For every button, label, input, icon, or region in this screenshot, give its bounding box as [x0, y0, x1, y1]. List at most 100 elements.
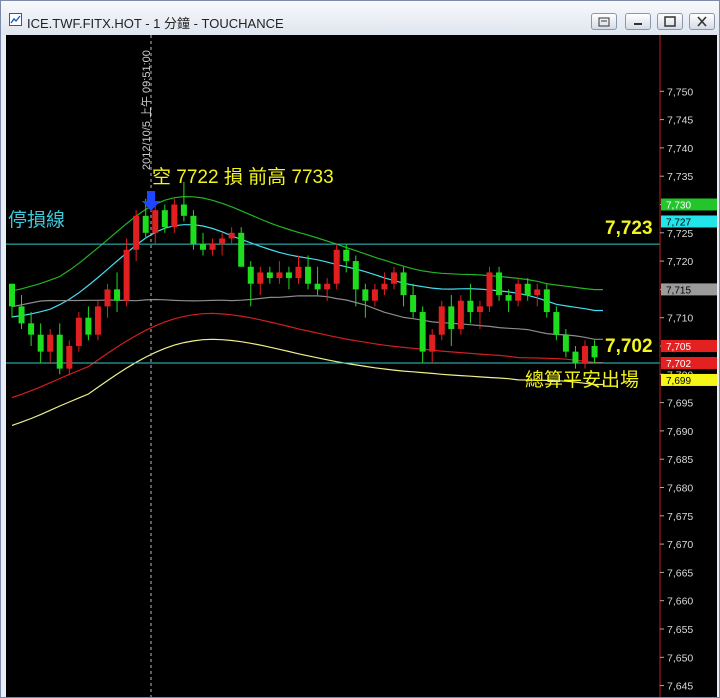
lower-band-yellow-line: [11, 338, 603, 426]
chart-area[interactable]: 7,750 7,745 7,740 7,735 7,730 7,725 7,720 7,715…: [6, 35, 717, 697]
price-tick-label: 7,650: [667, 652, 693, 664]
price-tick-label: 7,740: [667, 143, 693, 155]
close-icon: [697, 16, 707, 27]
candle-body: [18, 306, 25, 324]
candle-body: [524, 283, 531, 296]
exit-level-label: 7,702: [605, 336, 653, 357]
price-tick-label: 7,745: [667, 115, 693, 127]
candle-body: [476, 306, 483, 313]
candle-body: [266, 272, 273, 279]
candle-body: [572, 351, 579, 363]
restore-chart-button[interactable]: [591, 13, 617, 30]
candle-body: [314, 283, 321, 290]
candle-body: [448, 306, 455, 330]
price-tick-label: 7,685: [667, 454, 693, 466]
candle-body: [295, 266, 302, 279]
price-tick-label: 7,645: [667, 681, 693, 693]
candle-body: [333, 249, 340, 284]
price-tick-label: 7,735: [667, 171, 693, 183]
price-tick-label: 7,690: [667, 426, 693, 438]
candle-body: [352, 261, 359, 290]
minimize-icon: [634, 23, 642, 25]
candle-body: [457, 300, 464, 330]
candle-body: [133, 215, 140, 250]
candle-body: [228, 232, 235, 239]
candle-body: [47, 334, 54, 352]
price-chart: 7,750 7,745 7,740 7,735 7,730 7,725 7,720 7,715…: [6, 35, 717, 697]
candle-body: [123, 249, 130, 301]
candle-body: [419, 312, 426, 352]
price-tick-label: 7,680: [667, 483, 693, 495]
candle-body: [56, 334, 63, 369]
edit-window-icon: [598, 17, 610, 27]
price-tick-label: 7,675: [667, 511, 693, 523]
price-tick-label: 7,720: [667, 256, 693, 268]
stop-line-label: 停損線: [8, 209, 65, 231]
price-tag-label: 7,730: [666, 201, 691, 212]
candle-body: [180, 204, 187, 216]
title-bar[interactable]: ICE.TWF.FITX.HOT - 1 分鐘 - TOUCHANCE: [1, 1, 719, 35]
entry-annotation: 空 7722 損 前高 7733: [152, 166, 334, 188]
app-icon: [9, 13, 22, 26]
candle-body: [28, 323, 35, 335]
candle-body: [410, 295, 417, 313]
candle-body: [553, 312, 560, 335]
candle-body: [238, 232, 245, 267]
candle-body: [381, 283, 388, 290]
price-tick-label: 7,655: [667, 624, 693, 636]
price-tag-label: 7,702: [666, 359, 691, 370]
down-arrow-icon: [142, 191, 160, 211]
candle-body: [171, 204, 178, 228]
price-tag-label: 7,699: [666, 376, 691, 387]
candle-body: [362, 289, 369, 301]
candle-body: [591, 346, 598, 358]
close-button[interactable]: [689, 13, 715, 30]
candle-body: [515, 283, 522, 301]
candle-body: [209, 244, 216, 250]
candle-body: [247, 266, 254, 284]
minimize-button[interactable]: [625, 13, 651, 30]
candle-body: [496, 272, 503, 296]
candle-body: [582, 346, 588, 363]
maximize-button[interactable]: [657, 13, 683, 30]
candle-body: [505, 295, 512, 301]
application-window: ICE.TWF.FITX.HOT - 1 分鐘 - TOUCHANCE 7,75…: [0, 0, 720, 698]
candle-body: [486, 272, 493, 307]
candle-body: [429, 334, 436, 352]
candle-body: [324, 283, 331, 290]
candle-body: [94, 306, 101, 335]
candle-body: [142, 215, 149, 233]
price-tag-label: 7,727: [666, 217, 691, 228]
candle-body: [285, 272, 292, 279]
candle-body: [161, 210, 168, 228]
candle-body: [371, 289, 378, 301]
candle-body: [75, 317, 82, 346]
price-tick-label: 7,750: [667, 86, 693, 98]
candle-body: [9, 283, 15, 307]
candle-body: [391, 272, 397, 284]
price-tick-label: 7,660: [667, 596, 693, 608]
price-tick-label: 7,710: [667, 313, 693, 325]
candle-body: [276, 272, 283, 279]
candle-body: [543, 289, 550, 313]
price-tick-label: 7,725: [667, 228, 693, 240]
price-tag-label: 7,705: [666, 342, 691, 353]
candle-body: [562, 334, 569, 352]
price-tag-label: 7,715: [666, 285, 691, 296]
candle-body: [467, 300, 474, 313]
maximize-icon: [664, 16, 676, 27]
candle-body: [343, 249, 350, 262]
candle-body: [104, 289, 111, 307]
candle-body: [400, 272, 407, 296]
price-tick-label: 7,665: [667, 567, 693, 579]
price-tick-label: 7,670: [667, 539, 693, 551]
candle-body: [257, 272, 264, 284]
candle-body: [37, 334, 44, 352]
candle-body: [438, 306, 445, 335]
candle-body: [534, 289, 541, 296]
timestamp-label: 2012/10/5 上午 09:51:00: [140, 50, 153, 170]
price-tick-label: 7,695: [667, 398, 693, 410]
stop-level-label: 7,723: [605, 218, 653, 239]
candle-body: [219, 238, 226, 245]
candle-body: [200, 244, 206, 250]
